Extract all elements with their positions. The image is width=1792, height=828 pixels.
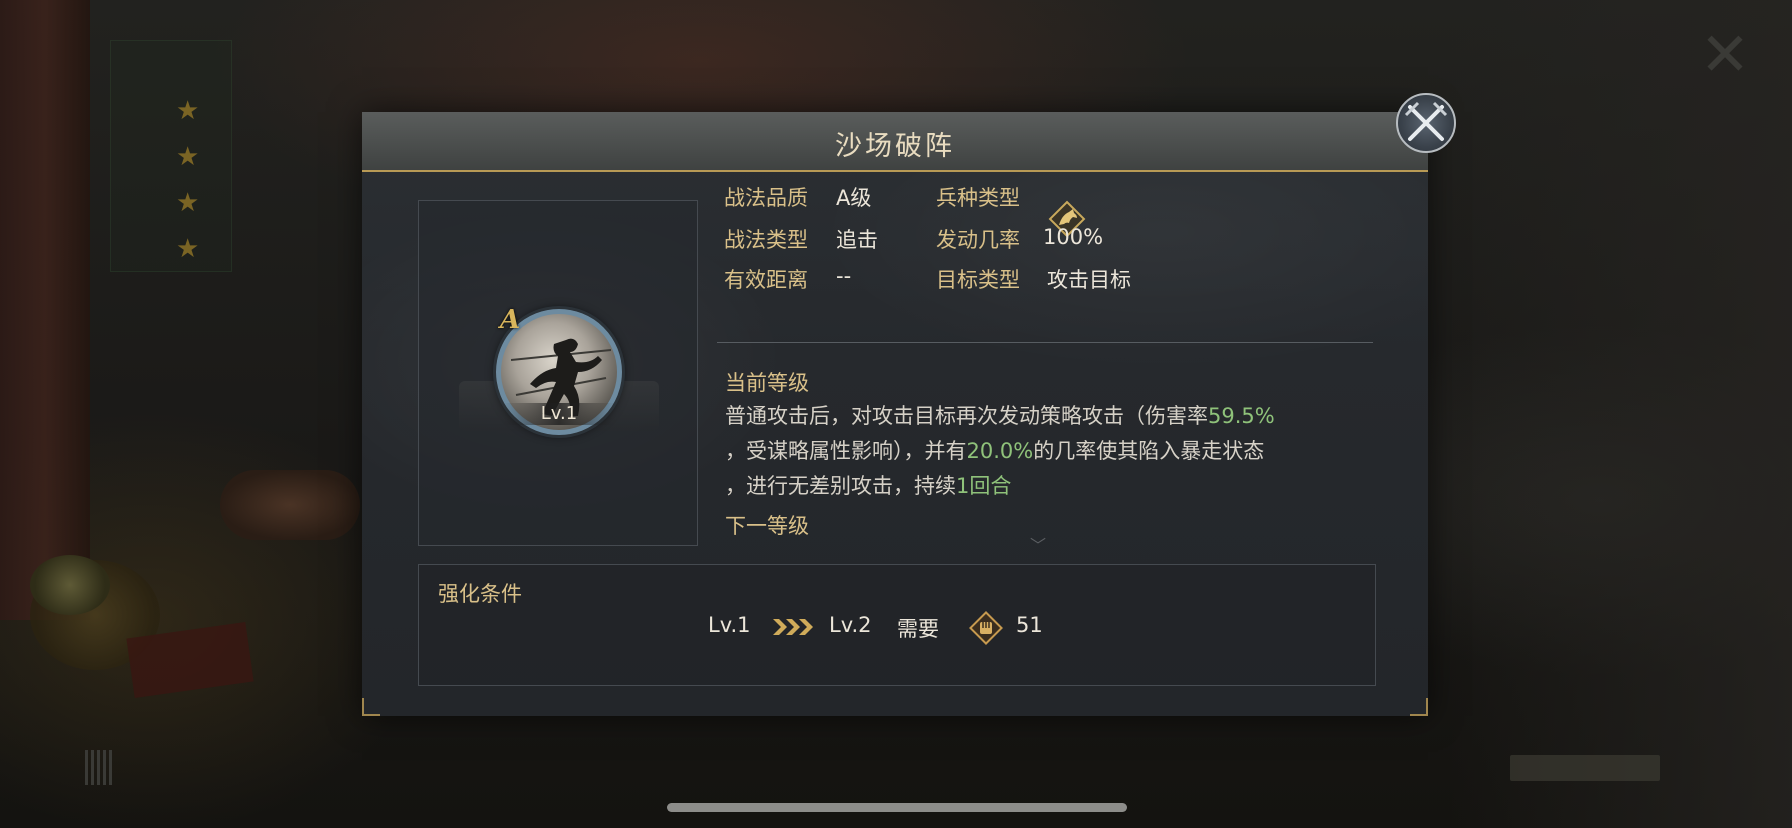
scroll-down-icon[interactable]: ﹀ (1030, 532, 1046, 556)
skill-type-value: 追击 (836, 228, 878, 252)
divider (717, 342, 1373, 343)
star-icon: ★ (176, 96, 200, 126)
quality-value: A级 (836, 186, 872, 210)
frame-corner (1410, 698, 1428, 716)
star-icon: ★ (176, 142, 200, 172)
background-curtain (0, 0, 90, 620)
troop-type-label: 兵种类型 (936, 186, 1020, 210)
desc-text: 普通攻击后，对攻击目标再次发动策略攻击（伤害率 (725, 404, 1208, 428)
trigger-rate-label: 发动几率 (936, 228, 1020, 252)
require-label: 需要 (897, 617, 939, 641)
enhance-conditions-panel: 强化条件 Lv.1 Lv.2 需要 51 (418, 564, 1376, 686)
damage-rate-value: 59.5% (1208, 404, 1275, 428)
cost-value: 51 (1016, 613, 1043, 637)
desc-text: 的几率使其陷入暴走状态 (1033, 439, 1265, 463)
background-flowers (30, 555, 110, 615)
home-indicator[interactable] (667, 803, 1127, 812)
skill-type-label: 战法类型 (724, 228, 808, 252)
target-type-label: 目标类型 (936, 268, 1020, 292)
trigger-rate-value: 100% (1043, 225, 1104, 249)
background-hand (220, 470, 360, 540)
background-close-icon: ✕ (1699, 20, 1751, 90)
skill-level: Lv.1 (540, 403, 578, 424)
next-level-heading: 下一等级 (725, 514, 809, 538)
frame-corner (362, 698, 380, 716)
range-label: 有效距离 (724, 268, 808, 292)
star-icon: ★ (176, 234, 200, 264)
fist-token-icon (969, 611, 1003, 645)
dialog-title: 沙场破阵 (835, 131, 955, 162)
background-button (1510, 755, 1660, 781)
dialog-title-bar: 沙场破阵 (362, 112, 1428, 172)
background-right-shade (1450, 0, 1792, 828)
target-type-value: 攻击目标 (1047, 268, 1131, 292)
to-level: Lv.2 (829, 613, 872, 637)
triple-chevron-icon (771, 617, 815, 641)
background-bars-icon (85, 750, 115, 785)
from-level: Lv.1 (708, 613, 751, 637)
quality-label: 战法品质 (724, 186, 808, 210)
desc-text: ，进行无差别攻击，持续 (725, 474, 956, 498)
skill-description: 普通攻击后，对攻击目标再次发动策略攻击（伤害率59.5% ，受谋略属性影响），并… (725, 399, 1375, 504)
desc-text: ，受谋略属性影响），并有 (725, 439, 967, 463)
star-icon: ★ (176, 188, 200, 218)
chance-value: 20.0% (966, 439, 1034, 463)
crossed-swords-close-icon[interactable] (1396, 93, 1456, 153)
skill-icon-panel: A Lv.1 (418, 200, 698, 546)
skill-grade-badge: A (500, 305, 521, 335)
duration-value: 1回合 (956, 474, 1012, 498)
enhance-title: 强化条件 (438, 582, 522, 606)
current-level-heading: 当前等级 (725, 371, 809, 395)
skill-detail-dialog: 沙场破阵 A Lv.1 战法品质 A级 兵种类型 战法类型 追击 发动几率 10… (362, 112, 1428, 716)
enhance-requirement-row: Lv.1 Lv.2 需要 51 (419, 607, 1377, 647)
background-banner (110, 40, 232, 272)
range-value: -- (836, 264, 852, 288)
